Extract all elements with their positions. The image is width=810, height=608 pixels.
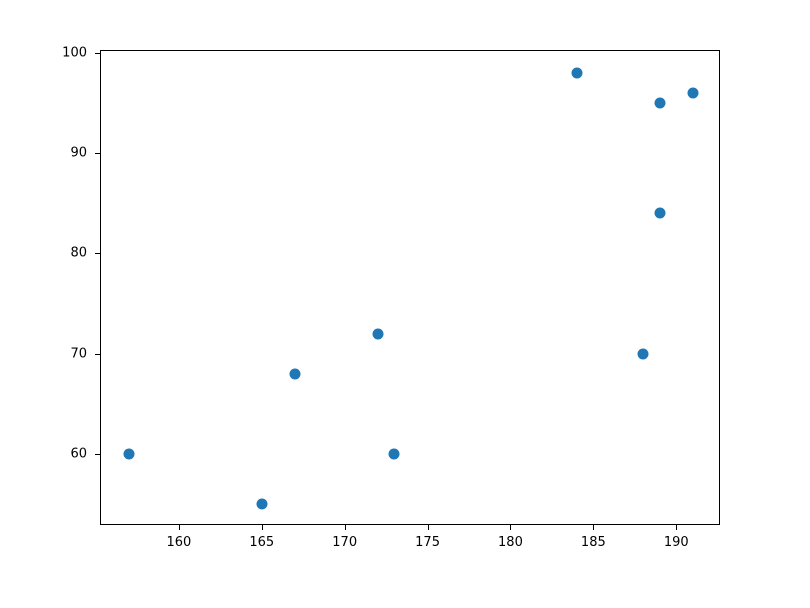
x-tick	[262, 524, 263, 530]
scatter-chart: 16016517017518018519060708090100	[100, 50, 720, 525]
y-tick-label: 60	[70, 447, 87, 462]
data-point	[389, 449, 400, 460]
y-tick-label: 100	[62, 45, 87, 60]
data-point	[289, 368, 300, 379]
data-point	[256, 499, 267, 510]
data-point	[654, 97, 665, 108]
x-tick-label: 185	[581, 535, 606, 550]
data-point	[124, 449, 135, 460]
x-tick-label: 160	[166, 535, 191, 550]
x-tick-label: 165	[249, 535, 274, 550]
x-tick	[676, 524, 677, 530]
y-tick-label: 90	[70, 145, 87, 160]
data-point	[571, 67, 582, 78]
x-tick-label: 190	[664, 535, 689, 550]
y-tick	[95, 253, 101, 254]
x-tick-label: 180	[498, 535, 523, 550]
data-point	[687, 87, 698, 98]
y-tick-label: 70	[70, 346, 87, 361]
plot-area: 16016517017518018519060708090100	[100, 50, 720, 525]
data-point	[372, 328, 383, 339]
x-tick-label: 175	[415, 535, 440, 550]
y-tick	[95, 53, 101, 54]
x-tick	[593, 524, 594, 530]
data-point	[654, 208, 665, 219]
y-tick	[95, 454, 101, 455]
x-tick	[179, 524, 180, 530]
y-tick	[95, 354, 101, 355]
x-tick	[345, 524, 346, 530]
y-tick-label: 80	[70, 246, 87, 261]
y-tick	[95, 153, 101, 154]
data-point	[638, 348, 649, 359]
x-tick	[428, 524, 429, 530]
x-tick	[510, 524, 511, 530]
x-tick-label: 170	[332, 535, 357, 550]
